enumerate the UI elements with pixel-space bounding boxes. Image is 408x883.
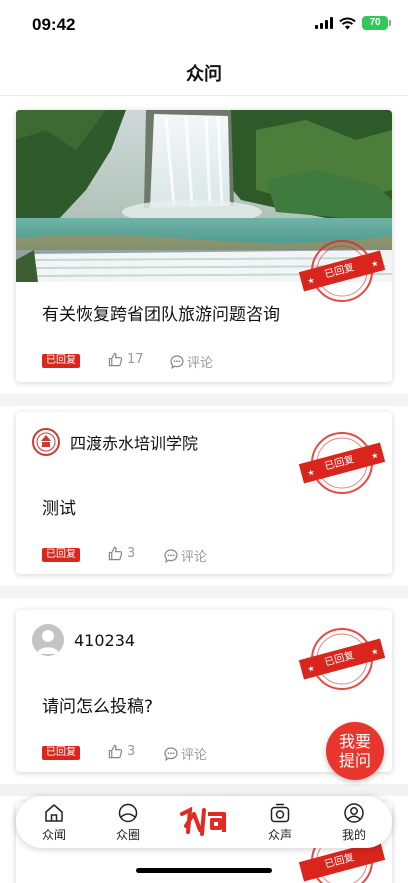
card-footer: 已回复 3 评论 xyxy=(42,546,372,565)
wifi-icon xyxy=(339,17,356,29)
status-icons: 70 xyxy=(315,16,391,30)
home-indicator xyxy=(136,868,272,873)
page-title: 众问 xyxy=(186,64,222,85)
nav-bar: 众问 xyxy=(0,50,408,96)
signal-icon xyxy=(315,17,333,29)
status-badge: 已回复 xyxy=(42,548,80,562)
like-count: 17 xyxy=(127,352,144,367)
question-card[interactable]: 四渡赤水培训学院 ★ ★ 已回复 测试 已回复 3 评论 xyxy=(16,412,392,574)
school-logo-icon xyxy=(32,428,60,456)
divider xyxy=(0,784,408,796)
thumbs-up-icon xyxy=(108,546,123,561)
status-time: 09:42 xyxy=(32,15,76,34)
tab-label: 众圈 xyxy=(115,828,140,842)
avatar xyxy=(32,624,64,656)
status-badge: 已回复 xyxy=(42,746,80,760)
replied-stamp: ★ ★ 已回复 xyxy=(298,428,386,498)
ask-button-line2: 提问 xyxy=(338,751,371,770)
ask-question-button[interactable]: 我要 提问 xyxy=(326,722,384,780)
question-title[interactable]: 请问怎么投稿? xyxy=(42,692,153,717)
comment-button[interactable]: 评论 xyxy=(170,352,213,371)
question-title[interactable]: 有关恢复跨省团队旅游问题咨询 xyxy=(42,300,280,325)
thumbs-up-icon xyxy=(108,744,123,759)
battery-icon: 70 xyxy=(362,16,391,30)
divider xyxy=(0,586,408,598)
zhongwen-logo-icon xyxy=(180,806,226,836)
comment-label: 评论 xyxy=(181,748,208,763)
question-title[interactable]: 测试 xyxy=(42,494,76,519)
tab-zhongquan[interactable]: 众圈 xyxy=(98,802,158,843)
comment-label: 评论 xyxy=(187,356,214,371)
tab-label: 我的 xyxy=(341,828,366,842)
home-icon xyxy=(45,804,63,822)
thumbs-up-icon xyxy=(108,352,123,367)
author-name[interactable]: 410234 xyxy=(74,631,135,650)
comment-label: 评论 xyxy=(181,550,208,565)
replied-stamp: ★ ★ 已回复 xyxy=(298,624,386,694)
like-count: 3 xyxy=(127,546,136,561)
status-badge: 已回复 xyxy=(42,354,80,368)
like-count: 3 xyxy=(127,744,136,759)
ask-button-line1: 我要 xyxy=(338,732,371,751)
author-name[interactable]: 四渡赤水培训学院 xyxy=(70,430,198,454)
tab-zhongwen-news[interactable]: 众闻 xyxy=(24,802,84,843)
comment-button[interactable]: 评论 xyxy=(164,546,207,565)
profile-icon xyxy=(344,803,364,823)
camera-icon xyxy=(270,803,290,823)
tab-bar: 众闻 众圈 众声 我的 xyxy=(16,796,392,848)
tab-label: 众声 xyxy=(267,828,292,842)
card-footer: 已回复 3 评论 xyxy=(42,744,372,763)
circle-icon xyxy=(118,803,138,823)
tab-label: 众闻 xyxy=(41,828,66,842)
tab-zhongsheng[interactable]: 众声 xyxy=(250,802,310,843)
comment-button[interactable]: 评论 xyxy=(164,744,207,763)
replied-stamp: ★ ★ 已回复 xyxy=(298,236,386,306)
status-bar: 09:42 70 xyxy=(0,0,408,50)
comment-icon xyxy=(170,354,184,369)
question-card[interactable]: ★ ★ 已回复 有关恢复跨省团队旅游问题咨询 已回复 17 评论 xyxy=(16,110,392,382)
card-footer: 已回复 17 评论 xyxy=(42,352,372,371)
tab-profile[interactable]: 我的 xyxy=(324,802,384,843)
like-button[interactable]: 3 xyxy=(108,744,135,759)
author-row[interactable]: 410234 xyxy=(32,624,135,656)
author-row[interactable]: 四渡赤水培训学院 xyxy=(32,428,198,456)
divider xyxy=(0,394,408,406)
like-button[interactable]: 17 xyxy=(108,352,144,367)
comment-icon xyxy=(164,746,178,761)
like-button[interactable]: 3 xyxy=(108,546,135,561)
tab-zhongwen-ask[interactable] xyxy=(174,802,234,842)
comment-icon xyxy=(164,548,178,563)
